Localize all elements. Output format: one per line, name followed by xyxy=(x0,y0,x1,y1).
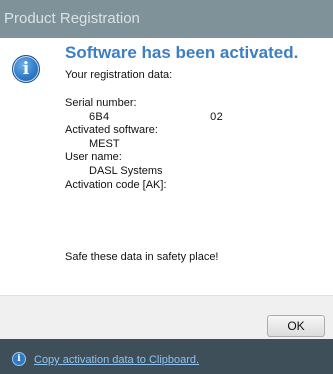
safety-note: Safe these data in safety place! xyxy=(65,251,219,263)
info-icon: i xyxy=(12,55,40,83)
activation-code-value xyxy=(65,192,267,206)
dialog-content: i Software has been activated. Your regi… xyxy=(0,38,333,295)
ok-button[interactable]: OK xyxy=(267,315,325,337)
window-title: Product Registration xyxy=(4,10,140,27)
activation-code-label: Activation code [AK]: xyxy=(65,178,167,191)
serial-number-label: Serial number: xyxy=(65,97,137,109)
copy-to-clipboard-link[interactable]: Copy activation data to Clipboard. xyxy=(34,354,199,366)
footer: i Copy activation data to Clipboard. xyxy=(0,339,333,374)
info-icon: i xyxy=(12,352,26,366)
user-name-label: User name: xyxy=(65,151,122,164)
user-name-value: DASL Systems xyxy=(89,164,163,177)
activated-software-label: Activated software: xyxy=(65,124,158,137)
activated-software-value: MEST xyxy=(89,137,120,150)
serial-number-value: 6B4 02 xyxy=(89,110,223,123)
button-bar: OK xyxy=(0,295,333,340)
registration-details: Serial number: 6B4 02 Activated software… xyxy=(65,97,267,206)
registration-subhead: Your registration data: xyxy=(65,69,173,81)
activation-headline: Software has been activated. xyxy=(65,43,299,62)
title-bar: Product Registration xyxy=(0,0,333,38)
